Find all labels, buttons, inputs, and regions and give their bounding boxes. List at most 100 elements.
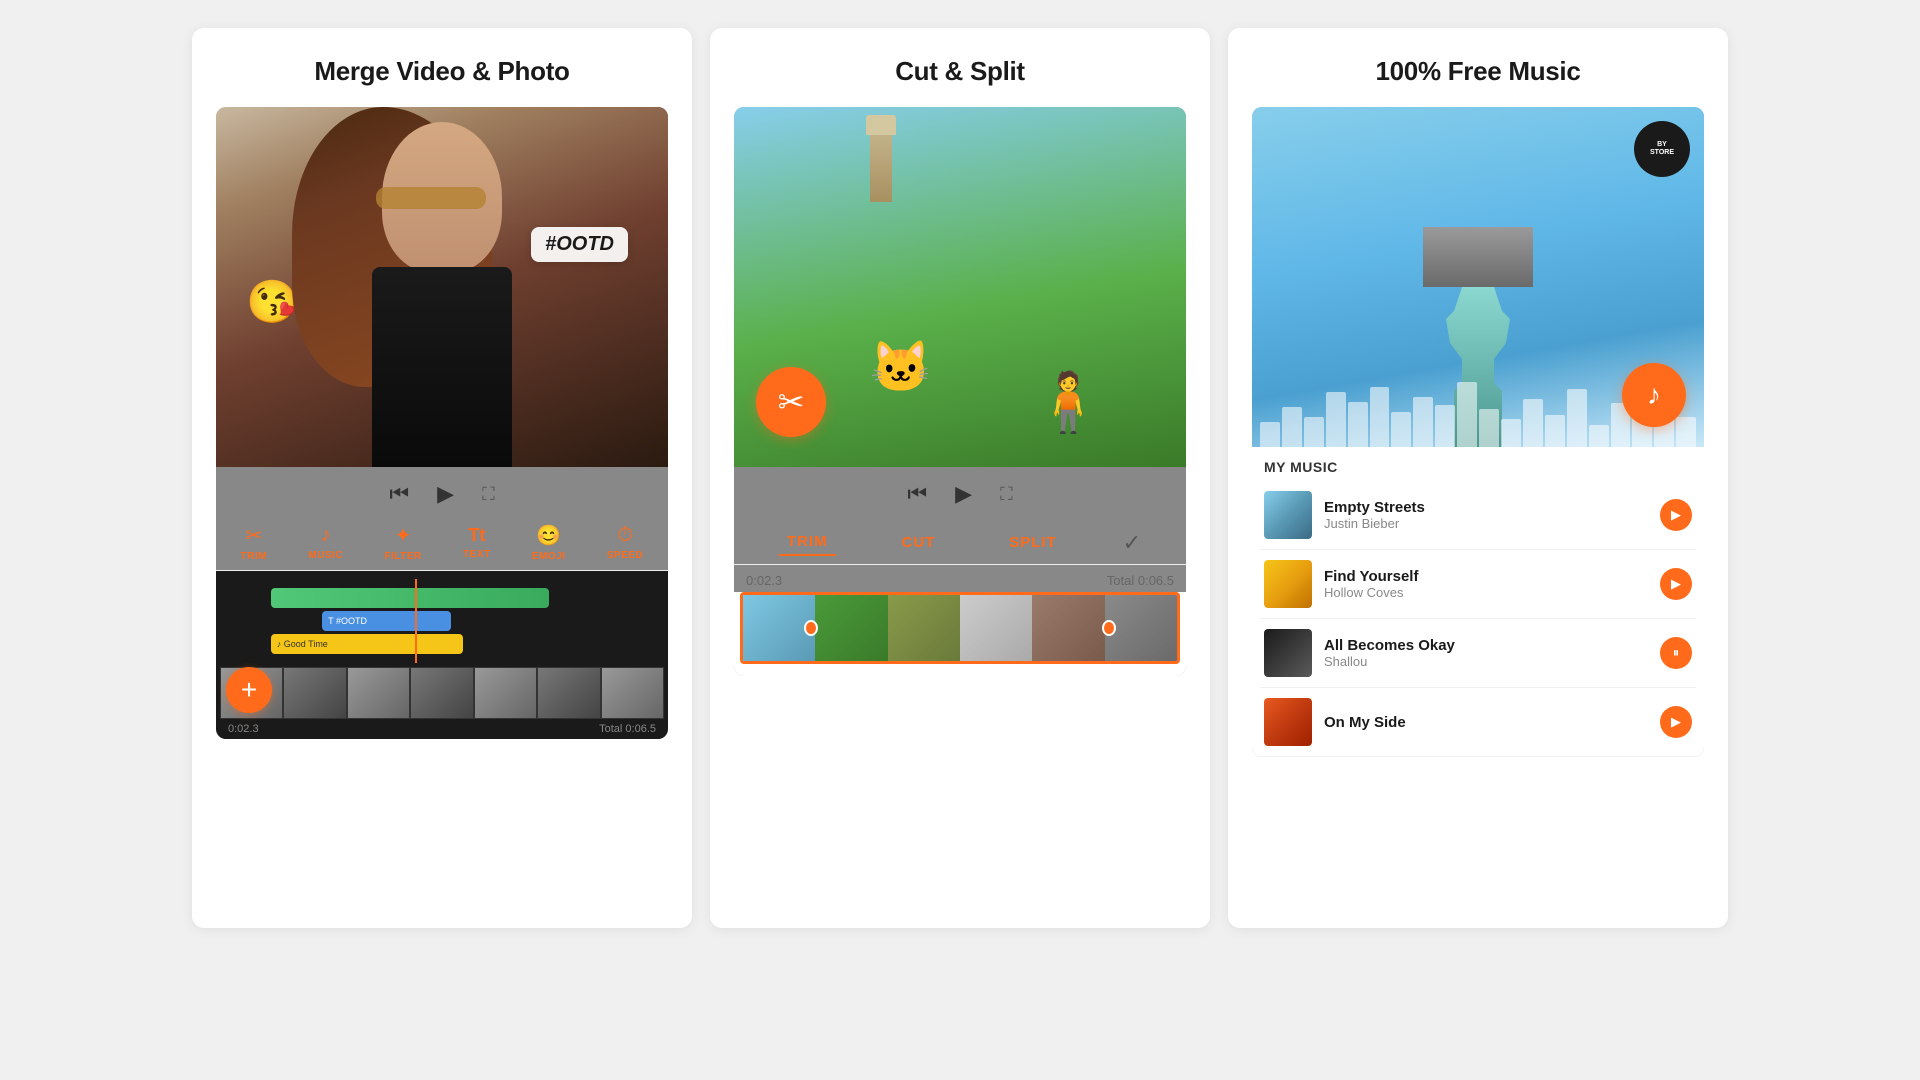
song2-play-button[interactable]: ▶ xyxy=(1660,568,1692,600)
tab-trim[interactable]: TRIM xyxy=(779,529,836,556)
playback-controls-2: ⏮ ▶ ⛶ xyxy=(734,467,1186,515)
tool-speed[interactable]: ⏱ SPEED xyxy=(607,524,643,561)
text-icon: Tt xyxy=(468,525,485,546)
song2-title: Find Yourself xyxy=(1324,568,1648,585)
strip-3 xyxy=(888,595,960,661)
trim-icon: ✂ xyxy=(246,523,263,548)
panel1-photo: #OOTD 😘 xyxy=(216,107,668,467)
speed-icon: ⏱ xyxy=(617,524,633,547)
wave-5 xyxy=(1348,402,1368,447)
cat-emoji: 🐱 xyxy=(870,338,932,397)
thumb-3 xyxy=(347,667,410,719)
play-icon-1[interactable]: ▶ xyxy=(437,481,454,507)
song4-play-button[interactable]: ▶ xyxy=(1660,706,1692,738)
play-icon-2[interactable]: ▶ xyxy=(955,481,972,507)
strip-marker-left xyxy=(804,595,818,661)
filter-label: FILTER xyxy=(384,551,421,562)
wave-3 xyxy=(1304,417,1324,447)
song1-artist: Justin Bieber xyxy=(1324,516,1648,531)
time-total-1: Total 0:06.5 xyxy=(599,723,656,735)
panel-music: 100% Free Music xyxy=(1228,28,1728,928)
confirm-icon[interactable]: ✓ xyxy=(1123,530,1141,556)
music-item-1[interactable]: Empty Streets Justin Bieber ▶ xyxy=(1260,481,1696,550)
emoji-label: EMOJI xyxy=(532,551,566,562)
song3-thumb xyxy=(1264,629,1312,677)
panel2-photo: 🐱 🧍 ✂ xyxy=(734,107,1186,467)
wave-13 xyxy=(1523,399,1543,447)
music-note-button[interactable]: ♪ xyxy=(1622,363,1686,427)
timeline-time-1: 0:02.3 Total 0:06.5 xyxy=(220,719,664,735)
emoji-overlay: 😘 xyxy=(246,278,298,327)
music-icon: ♪ xyxy=(321,524,331,547)
song1-title: Empty Streets xyxy=(1324,499,1648,516)
panel3-screenshot: BY STORE ♪ MY MUSIC Empty Streets Justin… xyxy=(1252,107,1704,757)
tab-split[interactable]: SPLIT xyxy=(1001,530,1065,555)
music-section-title: MY MUSIC xyxy=(1260,447,1696,481)
tool-filter[interactable]: ✦ FILTER xyxy=(384,523,421,562)
wave-12 xyxy=(1501,419,1521,447)
skip-back-icon-2[interactable]: ⏮ xyxy=(907,481,927,507)
tool-emoji[interactable]: 😊 EMOJI xyxy=(532,523,566,562)
strip-5 xyxy=(1032,595,1104,661)
song3-info: All Becomes Okay Shallou xyxy=(1324,637,1648,669)
thumb-6 xyxy=(537,667,600,719)
panel-cut: Cut & Split 🐱 🧍 ✂ ⏮ ▶ ⛶ xyxy=(710,28,1210,928)
trim-label: TRIM xyxy=(241,551,267,562)
thumbnail-strip-wrapper: + xyxy=(220,667,664,719)
thumb-7 xyxy=(601,667,664,719)
expand-icon-2[interactable]: ⛶ xyxy=(1000,484,1013,505)
statue-pedestal xyxy=(1423,227,1533,287)
music-item-2[interactable]: Find Yourself Hollow Coves ▶ xyxy=(1260,550,1696,619)
lighthouse-top xyxy=(866,115,896,135)
wave-10 xyxy=(1457,382,1477,447)
expand-icon-1[interactable]: ⛶ xyxy=(482,484,495,505)
wave-15 xyxy=(1567,389,1587,447)
editor-toolbar-1: ✂ TRIM ♪ MUSIC ✦ FILTER Tt TEXT 😊 EMO xyxy=(216,515,668,571)
time-current-1: 0:02.3 xyxy=(228,723,259,735)
video-strip-wrapper xyxy=(734,592,1186,676)
song3-artist: Shallou xyxy=(1324,654,1648,669)
speed-label: SPEED xyxy=(607,550,643,561)
music-item-4[interactable]: On My Side ▶ xyxy=(1260,688,1696,757)
skip-back-icon-1[interactable]: ⏮ xyxy=(389,481,409,507)
wave-7 xyxy=(1391,412,1411,447)
text-track: T #OOTD xyxy=(322,611,450,631)
tool-trim[interactable]: ✂ TRIM xyxy=(241,523,267,562)
song2-thumb xyxy=(1264,560,1312,608)
timeline-info-2: 0:02.3 Total 0:06.5 xyxy=(734,565,1186,592)
music-list: Empty Streets Justin Bieber ▶ Find Yours… xyxy=(1260,481,1696,757)
badge-text-line2: STORE xyxy=(1650,149,1674,157)
wave-6 xyxy=(1370,387,1390,447)
song3-play-button[interactable]: ⏸ xyxy=(1660,637,1692,669)
thumbnail-strip-1 xyxy=(220,667,664,719)
time-current-2: 0:02.3 xyxy=(746,573,782,588)
strip-4 xyxy=(960,595,1032,661)
wave-20 xyxy=(1676,417,1696,447)
main-container: Merge Video & Photo #OOTD 😘 ⏮ ▶ xyxy=(0,0,1920,1080)
strip-marker-right xyxy=(1102,595,1116,661)
scissors-button[interactable]: ✂ xyxy=(756,367,826,437)
wave-8 xyxy=(1413,397,1433,447)
wave-1 xyxy=(1260,422,1280,447)
thumb-4 xyxy=(410,667,473,719)
text-label: TEXT xyxy=(463,549,491,560)
song1-play-button[interactable]: ▶ xyxy=(1660,499,1692,531)
panel2-screenshot: 🐱 🧍 ✂ ⏮ ▶ ⛶ TRIM CUT SPLIT ✓ 0:02 xyxy=(734,107,1186,676)
emoji-icon: 😊 xyxy=(536,523,561,548)
panel3-title: 100% Free Music xyxy=(1375,56,1580,87)
tab-cut[interactable]: CUT xyxy=(893,530,943,555)
timeline-area-1: T #OOTD ♪ Good Time + xyxy=(216,571,668,739)
song4-info: On My Side xyxy=(1324,714,1648,731)
panel-merge: Merge Video & Photo #OOTD 😘 ⏮ ▶ xyxy=(192,28,692,928)
strip-dot-left xyxy=(804,620,818,636)
tool-text[interactable]: Tt TEXT xyxy=(463,525,491,560)
video-strip-2 xyxy=(740,592,1180,664)
panel1-title: Merge Video & Photo xyxy=(314,56,569,87)
music-item-3[interactable]: All Becomes Okay Shallou ⏸ xyxy=(1260,619,1696,688)
song2-artist: Hollow Coves xyxy=(1324,585,1648,600)
tool-music[interactable]: ♪ MUSIC xyxy=(308,524,343,561)
add-media-button[interactable]: + xyxy=(226,667,272,713)
playhead-1 xyxy=(415,579,417,663)
music-list-container: MY MUSIC Empty Streets Justin Bieber ▶ xyxy=(1252,447,1704,757)
hashtag-overlay: #OOTD xyxy=(531,227,628,262)
